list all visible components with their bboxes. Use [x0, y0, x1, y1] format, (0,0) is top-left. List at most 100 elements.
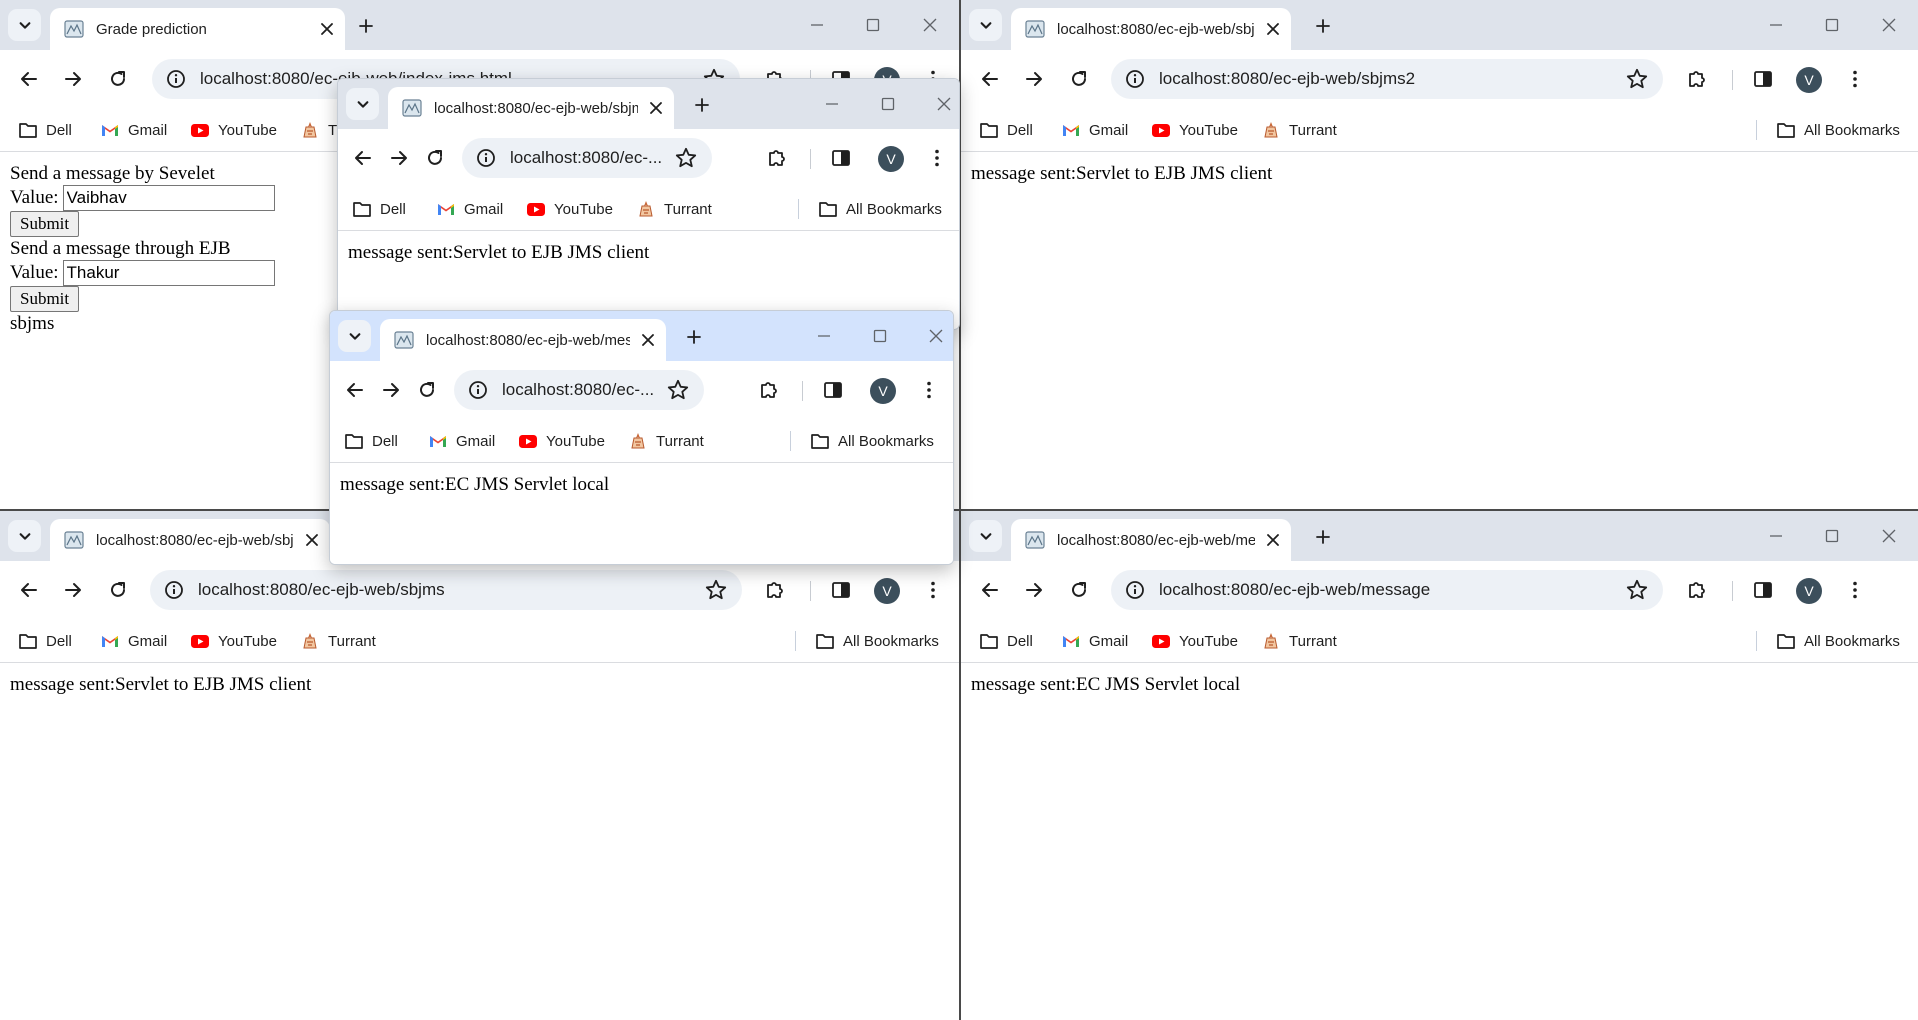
- menu-button[interactable]: [1842, 577, 1868, 603]
- tab-search-button[interactable]: [346, 88, 379, 120]
- maximize-button[interactable]: [861, 13, 885, 37]
- reload-button[interactable]: [103, 575, 133, 605]
- profile-avatar[interactable]: V: [1796, 67, 1822, 93]
- bookmark-gmail[interactable]: Gmail: [1061, 628, 1128, 654]
- all-bookmarks[interactable]: All Bookmarks: [810, 428, 934, 454]
- maximize-button[interactable]: [1820, 524, 1844, 548]
- tab-active[interactable]: localhost:8080/ec-ejb-web/sbjms: [50, 519, 330, 561]
- address-bar[interactable]: localhost:8080/ec-...: [454, 370, 704, 410]
- bookmark-turrant[interactable]: Turrant: [636, 196, 712, 222]
- new-tab-button[interactable]: [1311, 525, 1335, 549]
- tab-active[interactable]: localhost:8080/ec-ejb-web/message: [380, 319, 666, 361]
- url-text[interactable]: localhost:8080/ec-...: [502, 380, 666, 400]
- side-panel-button[interactable]: [1750, 577, 1776, 603]
- minimize-button[interactable]: [820, 92, 844, 116]
- window-close-button[interactable]: [924, 324, 948, 348]
- bookmark-dell[interactable]: Dell: [979, 117, 1033, 143]
- extensions-button[interactable]: [762, 577, 788, 603]
- tab-active[interactable]: localhost:8080/ec-ejb-web/sbjms: [388, 87, 674, 129]
- ejb-value-input[interactable]: [62, 259, 275, 286]
- servlet-value-input[interactable]: [62, 184, 275, 211]
- tab-search-button[interactable]: [8, 9, 41, 41]
- address-bar[interactable]: localhost:8080/ec-ejb-web/message: [1111, 570, 1663, 610]
- url-text[interactable]: localhost:8080/ec-ejb-web/message: [1159, 580, 1625, 600]
- url-text[interactable]: localhost:8080/ec-ejb-web/sbjms: [198, 580, 704, 600]
- bookmark-gmail[interactable]: Gmail: [100, 628, 167, 654]
- new-tab-button[interactable]: [682, 325, 706, 349]
- forward-button[interactable]: [376, 375, 406, 405]
- bookmark-star-icon[interactable]: [1625, 67, 1649, 91]
- bookmark-gmail[interactable]: Gmail: [428, 428, 495, 454]
- all-bookmarks[interactable]: All Bookmarks: [1776, 628, 1900, 654]
- menu-button[interactable]: [924, 145, 950, 171]
- minimize-button[interactable]: [812, 324, 836, 348]
- forward-button[interactable]: [384, 143, 414, 173]
- back-button[interactable]: [340, 375, 370, 405]
- bookmark-gmail[interactable]: Gmail: [1061, 117, 1128, 143]
- bookmark-youtube[interactable]: YouTube: [526, 196, 613, 222]
- reload-button[interactable]: [412, 375, 442, 405]
- all-bookmarks[interactable]: All Bookmarks: [818, 196, 942, 222]
- bookmark-dell[interactable]: Dell: [352, 196, 406, 222]
- reload-button[interactable]: [1064, 64, 1094, 94]
- bookmark-star-icon[interactable]: [674, 146, 698, 170]
- bookmark-turrant[interactable]: Turrant: [1261, 628, 1337, 654]
- back-button[interactable]: [348, 143, 378, 173]
- window-close-button[interactable]: [1877, 524, 1901, 548]
- site-info-icon[interactable]: [468, 380, 488, 400]
- address-bar[interactable]: localhost:8080/ec-ejb-web/sbjms: [150, 570, 742, 610]
- tab-active[interactable]: Grade prediction: [50, 8, 345, 50]
- bookmark-star-icon[interactable]: [704, 578, 728, 602]
- tab-search-button[interactable]: [969, 9, 1002, 41]
- tab-close-icon[interactable]: [1261, 17, 1285, 41]
- profile-avatar[interactable]: V: [874, 578, 900, 604]
- window-close-button[interactable]: [932, 92, 956, 116]
- bookmark-star-icon[interactable]: [1625, 578, 1649, 602]
- tab-close-icon[interactable]: [315, 17, 339, 41]
- side-panel-button[interactable]: [828, 145, 854, 171]
- profile-avatar[interactable]: V: [878, 146, 904, 172]
- reload-button[interactable]: [103, 64, 133, 94]
- menu-button[interactable]: [1842, 66, 1868, 92]
- profile-avatar[interactable]: V: [1796, 578, 1822, 604]
- tab-close-icon[interactable]: [636, 328, 660, 352]
- all-bookmarks[interactable]: All Bookmarks: [1776, 117, 1900, 143]
- tab-active[interactable]: localhost:8080/ec-ejb-web/sbjms2: [1011, 8, 1291, 50]
- tab-close-icon[interactable]: [1261, 528, 1285, 552]
- extensions-button[interactable]: [756, 377, 782, 403]
- bookmark-youtube[interactable]: YouTube: [1151, 628, 1238, 654]
- reload-button[interactable]: [420, 143, 450, 173]
- bookmark-gmail[interactable]: Gmail: [100, 117, 167, 143]
- back-button[interactable]: [14, 64, 44, 94]
- new-tab-button[interactable]: [354, 14, 378, 38]
- forward-button[interactable]: [1019, 575, 1049, 605]
- forward-button[interactable]: [58, 64, 88, 94]
- bookmark-youtube[interactable]: YouTube: [190, 117, 277, 143]
- back-button[interactable]: [14, 575, 44, 605]
- address-bar[interactable]: localhost:8080/ec-...: [462, 138, 712, 178]
- address-bar[interactable]: localhost:8080/ec-ejb-web/sbjms2: [1111, 59, 1663, 99]
- servlet-submit-button[interactable]: Submit: [10, 211, 80, 237]
- bookmark-gmail[interactable]: Gmail: [436, 196, 503, 222]
- back-button[interactable]: [975, 64, 1005, 94]
- bookmark-turrant[interactable]: Turrant: [628, 428, 704, 454]
- tab-search-button[interactable]: [8, 520, 41, 552]
- profile-avatar[interactable]: V: [870, 378, 896, 404]
- tab-close-icon[interactable]: [300, 528, 324, 552]
- maximize-button[interactable]: [868, 324, 892, 348]
- extensions-button[interactable]: [764, 145, 790, 171]
- back-button[interactable]: [975, 575, 1005, 605]
- site-info-icon[interactable]: [1125, 580, 1145, 600]
- site-info-icon[interactable]: [166, 69, 186, 89]
- reload-button[interactable]: [1064, 575, 1094, 605]
- minimize-button[interactable]: [1764, 13, 1788, 37]
- url-text[interactable]: localhost:8080/ec-...: [510, 148, 674, 168]
- bookmark-youtube[interactable]: YouTube: [190, 628, 277, 654]
- extensions-button[interactable]: [1684, 66, 1710, 92]
- new-tab-button[interactable]: [1311, 14, 1335, 38]
- new-tab-button[interactable]: [690, 93, 714, 117]
- side-panel-button[interactable]: [1750, 66, 1776, 92]
- site-info-icon[interactable]: [164, 580, 184, 600]
- maximize-button[interactable]: [1820, 13, 1844, 37]
- side-panel-button[interactable]: [820, 377, 846, 403]
